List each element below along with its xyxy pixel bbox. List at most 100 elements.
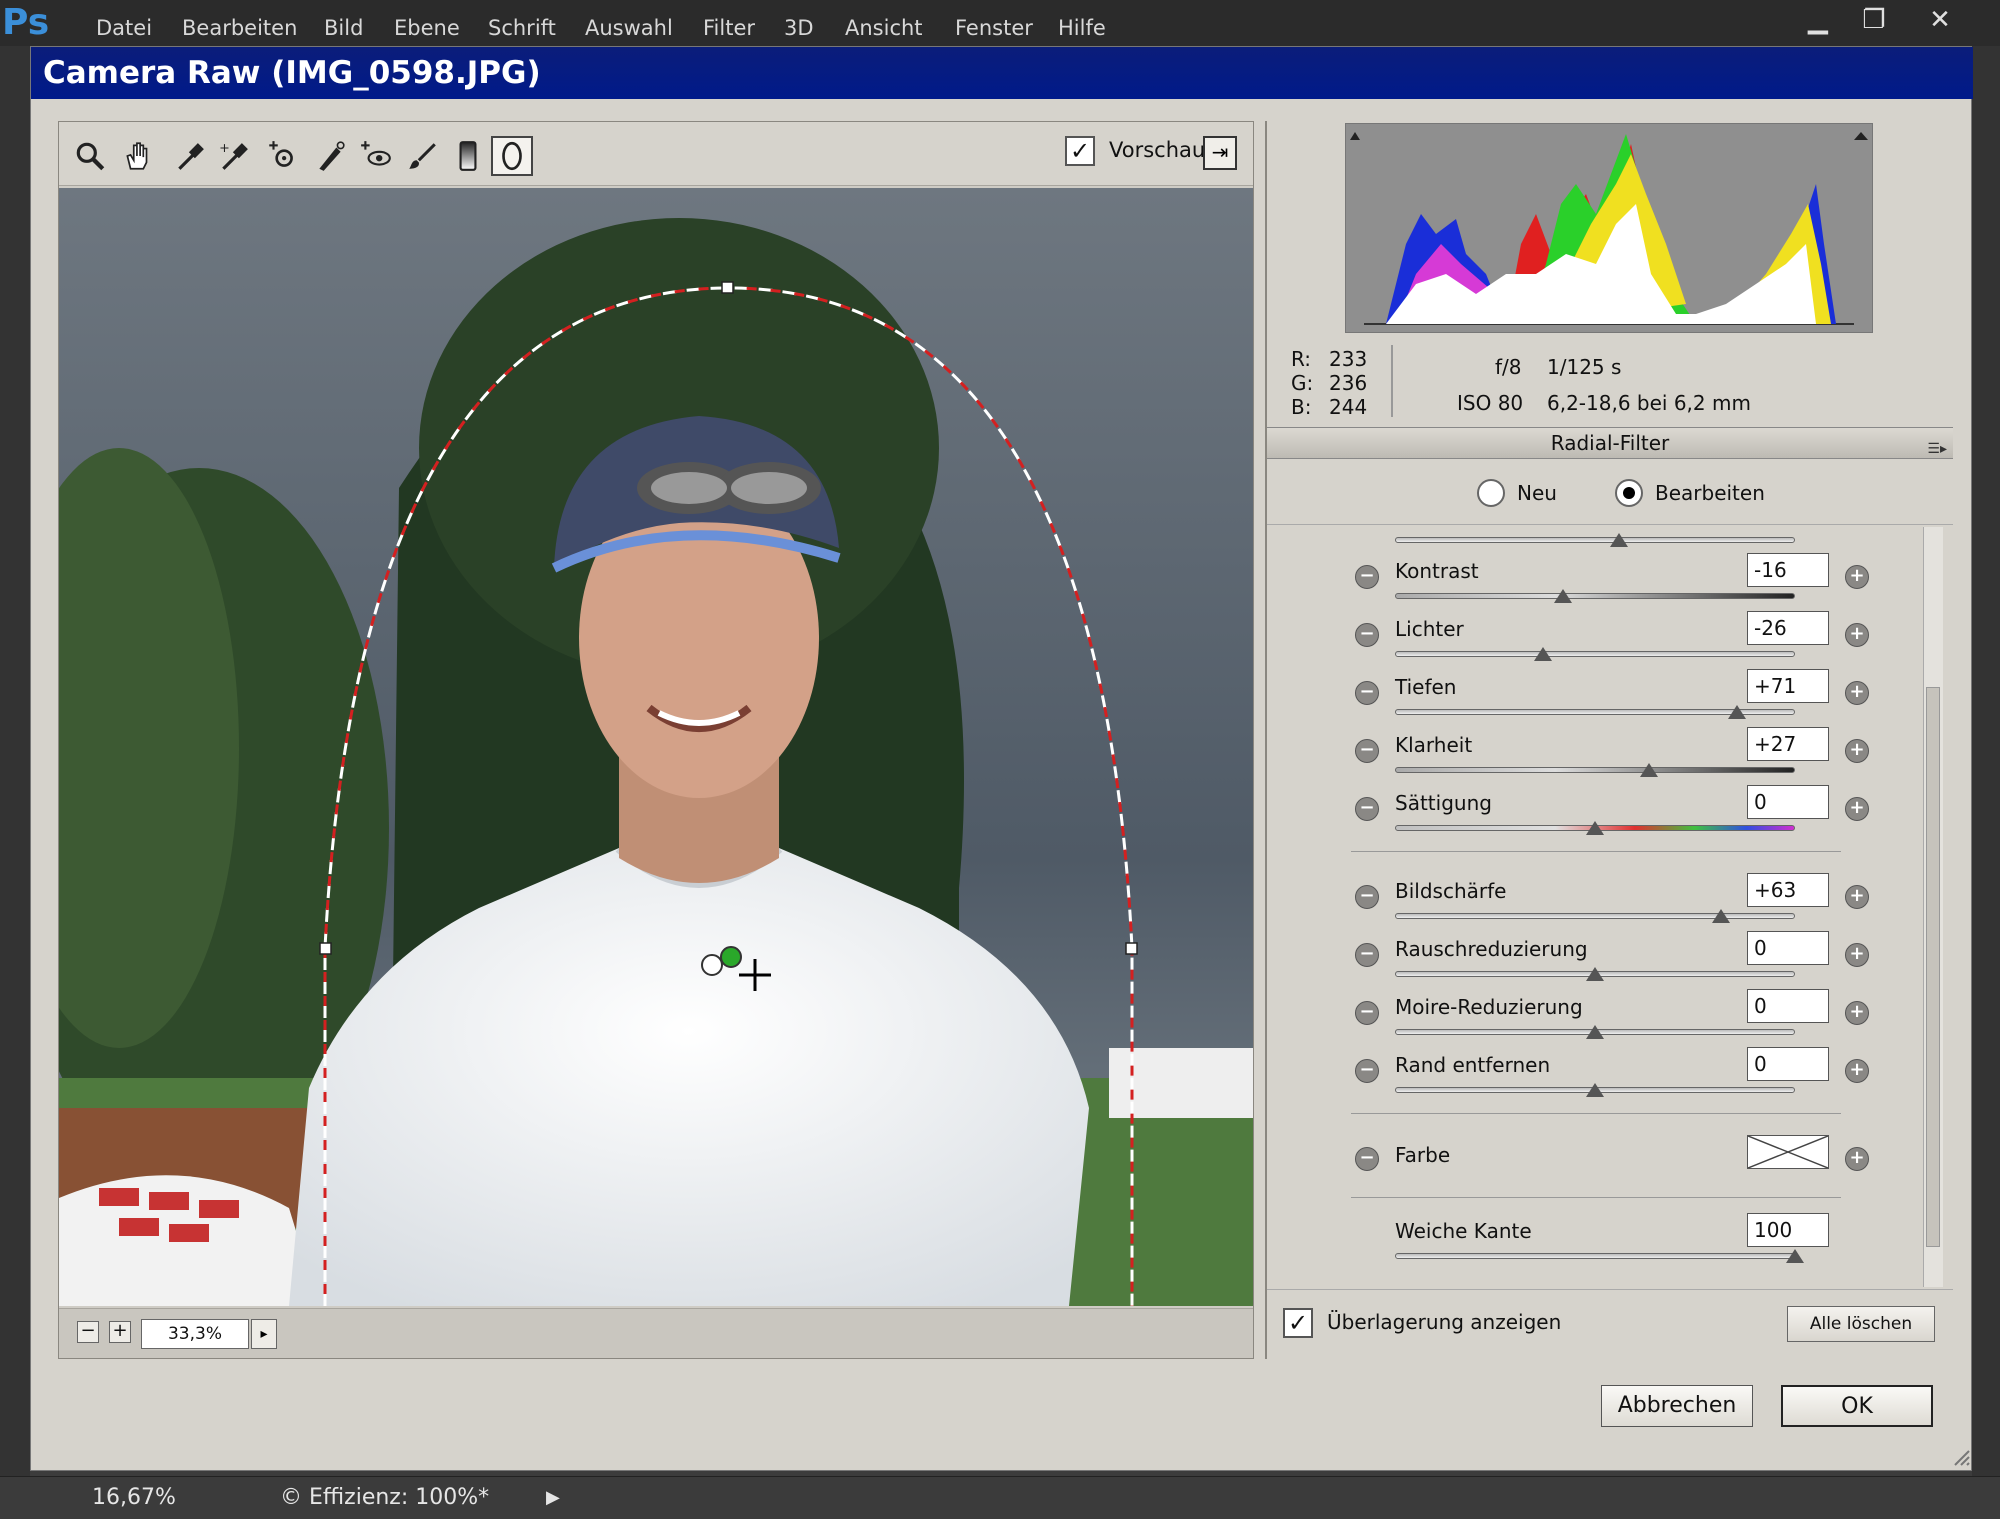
mode-new-radio[interactable] bbox=[1477, 479, 1505, 507]
hand-tool[interactable] bbox=[117, 136, 159, 176]
slider-thumb[interactable] bbox=[1586, 821, 1604, 835]
increase-button[interactable]: + bbox=[1845, 739, 1869, 763]
increase-button[interactable]: + bbox=[1845, 1147, 1869, 1171]
decrease-button[interactable]: − bbox=[1355, 681, 1379, 705]
slider-thumb[interactable] bbox=[1586, 1025, 1604, 1039]
slider-thumb[interactable] bbox=[1610, 533, 1628, 547]
slider-thumb[interactable] bbox=[1534, 647, 1552, 661]
zoom-out-button[interactable]: − bbox=[77, 1321, 99, 1343]
slider-value-field[interactable]: 100 bbox=[1747, 1213, 1829, 1247]
slider-thumb[interactable] bbox=[1586, 967, 1604, 981]
dialog-title: Camera Raw (IMG_0598.JPG) bbox=[43, 55, 541, 91]
red-eye-tool[interactable] bbox=[355, 136, 397, 176]
slider-value-field[interactable]: +27 bbox=[1747, 727, 1829, 761]
slider-value-field[interactable]: 0 bbox=[1747, 931, 1829, 965]
slider-track[interactable] bbox=[1395, 537, 1795, 543]
minimize-button[interactable]: ▁ bbox=[1790, 0, 1846, 40]
slider-track[interactable] bbox=[1395, 1253, 1795, 1259]
camera-raw-dialog: Camera Raw (IMG_0598.JPG) + ✓ Vorschau ⇥… bbox=[30, 46, 1973, 1471]
slider-value-field[interactable]: -26 bbox=[1747, 611, 1829, 645]
targeted-adjustment-icon bbox=[269, 141, 293, 167]
menu-ebene[interactable]: Ebene bbox=[394, 16, 460, 40]
decrease-button[interactable]: − bbox=[1355, 739, 1379, 763]
slider-value-field[interactable]: -16 bbox=[1747, 553, 1829, 587]
fullscreen-button[interactable]: ⇥ bbox=[1203, 136, 1237, 170]
slider-thumb[interactable] bbox=[1728, 705, 1746, 719]
slider-bildschaerfe: − Bildschärfe +63 + bbox=[1267, 869, 1953, 925]
menu-schrift[interactable]: Schrift bbox=[488, 16, 556, 40]
spot-removal-tool[interactable] bbox=[309, 136, 351, 176]
increase-button[interactable]: + bbox=[1845, 943, 1869, 967]
slider-track[interactable] bbox=[1395, 767, 1795, 773]
radial-filter-tool[interactable] bbox=[491, 136, 533, 176]
menu-hilfe[interactable]: Hilfe bbox=[1058, 16, 1106, 40]
slider-scrollbar[interactable] bbox=[1923, 527, 1943, 1287]
slider-track[interactable] bbox=[1395, 593, 1795, 599]
decrease-button[interactable]: − bbox=[1355, 943, 1379, 967]
decrease-button[interactable]: − bbox=[1355, 1147, 1379, 1171]
increase-button[interactable]: + bbox=[1845, 623, 1869, 647]
slider-value-field[interactable]: +63 bbox=[1747, 873, 1829, 907]
cancel-button[interactable]: Abbrechen bbox=[1601, 1385, 1753, 1427]
menu-auswahl[interactable]: Auswahl bbox=[585, 16, 673, 40]
white-balance-tool[interactable] bbox=[169, 136, 211, 176]
slider-thumb[interactable] bbox=[1640, 763, 1658, 777]
menu-datei[interactable]: Datei bbox=[96, 16, 152, 40]
increase-button[interactable]: + bbox=[1845, 1001, 1869, 1025]
zoom-menu-button[interactable]: ▸ bbox=[251, 1319, 277, 1349]
resize-grip-icon[interactable] bbox=[1951, 1447, 1971, 1467]
maximize-button[interactable]: ❐ bbox=[1846, 0, 1902, 40]
increase-button[interactable]: + bbox=[1845, 565, 1869, 589]
decrease-button[interactable]: − bbox=[1355, 885, 1379, 909]
slider-value-field[interactable]: 0 bbox=[1747, 785, 1829, 819]
show-overlay-checkbox[interactable]: ✓ bbox=[1283, 1308, 1313, 1338]
zoom-level-field[interactable]: 33,3% bbox=[141, 1319, 249, 1349]
adjustment-brush-tool[interactable] bbox=[401, 136, 443, 176]
image-preview[interactable] bbox=[59, 188, 1253, 1306]
color-sampler-tool[interactable]: + bbox=[213, 136, 255, 176]
mode-edit-radio[interactable] bbox=[1615, 479, 1643, 507]
menu-fenster[interactable]: Fenster bbox=[955, 16, 1033, 40]
decrease-button[interactable]: − bbox=[1355, 1059, 1379, 1083]
slider-value-field[interactable]: +71 bbox=[1747, 669, 1829, 703]
menu-bearbeiten[interactable]: Bearbeiten bbox=[182, 16, 297, 40]
decrease-button[interactable]: − bbox=[1355, 623, 1379, 647]
slider-value-field[interactable]: 0 bbox=[1747, 1047, 1829, 1081]
panel-menu-icon[interactable]: ☰▸ bbox=[1927, 434, 1947, 464]
increase-button[interactable]: + bbox=[1845, 885, 1869, 909]
menu-3d[interactable]: 3D bbox=[784, 16, 814, 40]
status-menu-icon[interactable]: ▶ bbox=[546, 1487, 560, 1508]
menu-bild[interactable]: Bild bbox=[324, 16, 363, 40]
scrollbar-thumb[interactable] bbox=[1926, 687, 1940, 1247]
increase-button[interactable]: + bbox=[1845, 681, 1869, 705]
decrease-button[interactable]: − bbox=[1355, 1001, 1379, 1025]
slider-track[interactable] bbox=[1395, 651, 1795, 657]
slider-thumb[interactable] bbox=[1554, 589, 1572, 603]
graduated-filter-tool[interactable] bbox=[447, 136, 489, 176]
preview-checkbox[interactable]: ✓ bbox=[1065, 136, 1095, 166]
increase-button[interactable]: + bbox=[1845, 1059, 1869, 1083]
targeted-adjustment-tool[interactable] bbox=[261, 136, 303, 176]
menu-ansicht[interactable]: Ansicht bbox=[845, 16, 923, 40]
svg-text:+: + bbox=[219, 141, 230, 156]
increase-button[interactable]: + bbox=[1845, 797, 1869, 821]
decrease-button[interactable]: − bbox=[1355, 797, 1379, 821]
close-button[interactable]: ✕ bbox=[1912, 0, 1968, 40]
zoom-tool[interactable] bbox=[69, 136, 111, 176]
menu-filter[interactable]: Filter bbox=[703, 16, 755, 40]
mode-selector: Neu Bearbeiten bbox=[1267, 461, 1953, 525]
slider-track[interactable] bbox=[1395, 913, 1795, 919]
slider-thumb[interactable] bbox=[1586, 1083, 1604, 1097]
slider-thumb[interactable] bbox=[1712, 909, 1730, 923]
slider-thumb[interactable] bbox=[1786, 1249, 1804, 1263]
decrease-button[interactable]: − bbox=[1355, 565, 1379, 589]
slider-label: Tiefen bbox=[1395, 675, 1457, 699]
slider-value-field[interactable]: 0 bbox=[1747, 989, 1829, 1023]
color-swatch[interactable] bbox=[1747, 1135, 1829, 1169]
zoom-in-button[interactable]: + bbox=[109, 1321, 131, 1343]
readout-divider bbox=[1391, 345, 1393, 417]
no-color-icon bbox=[1747, 1135, 1829, 1169]
ok-button[interactable]: OK bbox=[1781, 1385, 1933, 1427]
clear-all-button[interactable]: Alle löschen bbox=[1787, 1306, 1935, 1342]
dialog-titlebar[interactable]: Camera Raw (IMG_0598.JPG) bbox=[31, 47, 1973, 99]
